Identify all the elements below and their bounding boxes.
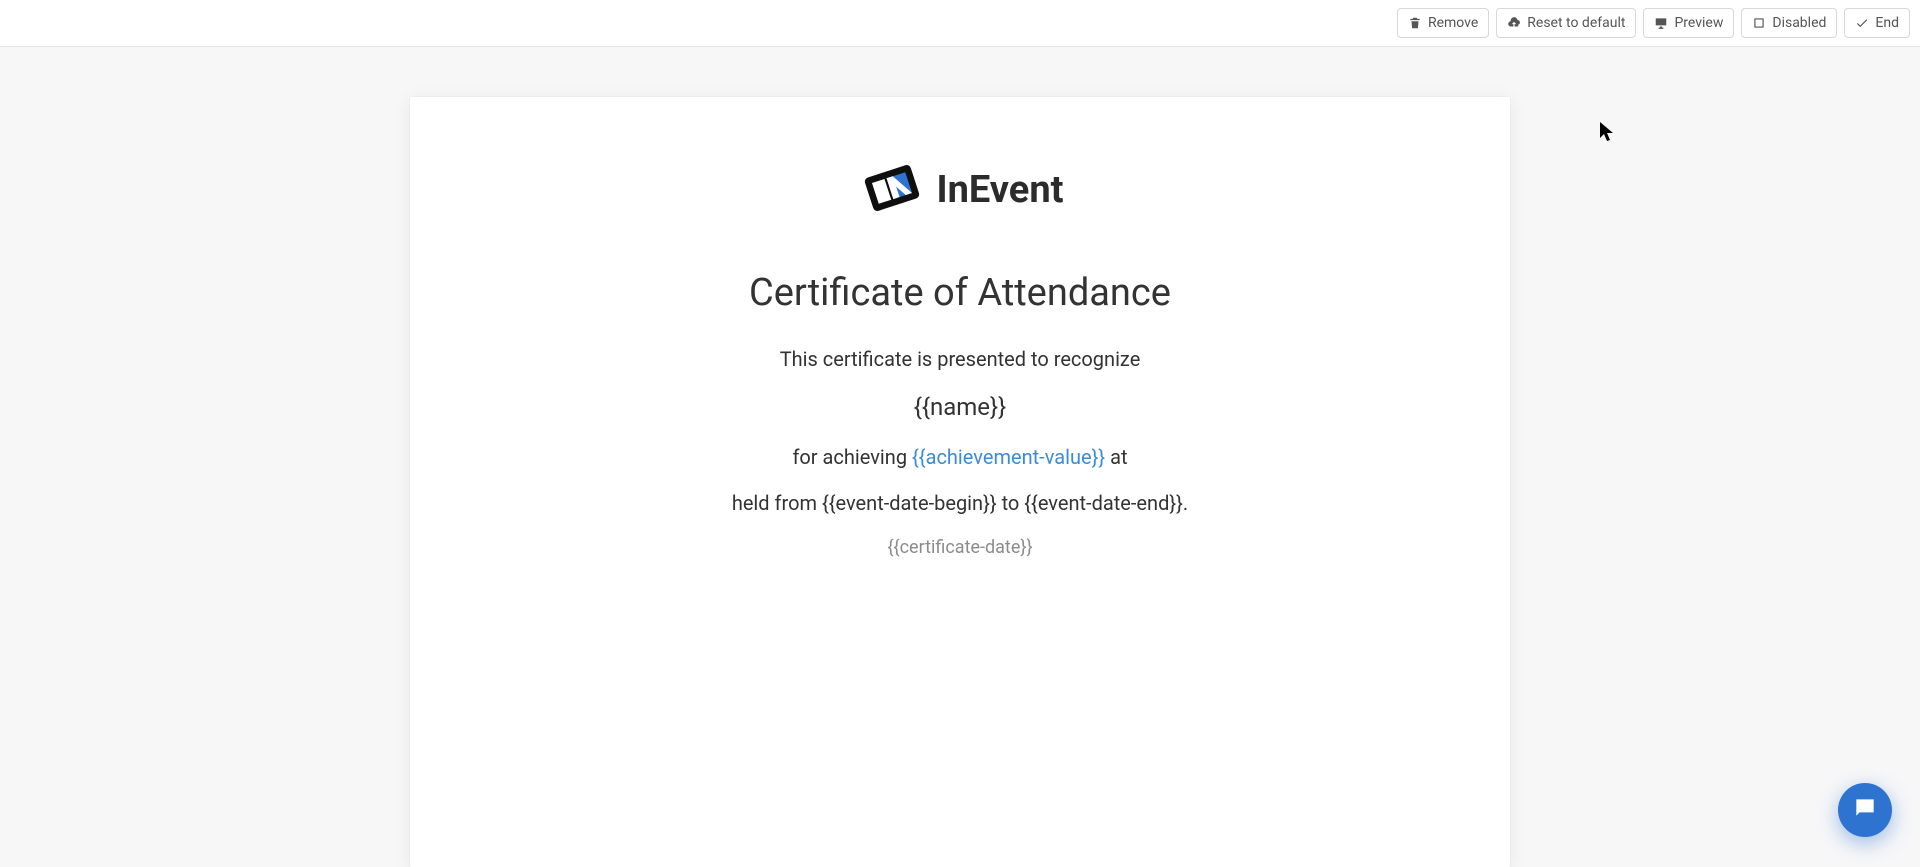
- help-chat-button[interactable]: [1838, 783, 1892, 837]
- reset-default-button[interactable]: Reset to default: [1496, 8, 1636, 38]
- certificate-held-line: held from {{event-date-begin}} to {{even…: [470, 491, 1450, 515]
- editor-canvas: InEvent Certificate of Attendance This c…: [0, 47, 1920, 859]
- square-icon: [1752, 16, 1766, 30]
- monitor-icon: [1654, 16, 1668, 30]
- remove-button[interactable]: Remove: [1397, 8, 1489, 38]
- mouse-cursor-icon: [1600, 122, 1616, 147]
- trash-icon: [1408, 16, 1422, 30]
- certificate-achievement-line: for achieving {{achievement-value}} at: [470, 445, 1450, 469]
- achieving-suffix: at: [1105, 445, 1127, 469]
- chat-icon: [1852, 795, 1878, 825]
- preview-button[interactable]: Preview: [1643, 8, 1734, 38]
- end-button-label: End: [1875, 16, 1899, 30]
- achieving-prefix: for achieving: [792, 445, 912, 469]
- achievement-value-placeholder[interactable]: {{achievement-value}}: [912, 445, 1105, 469]
- certificate-sheet[interactable]: InEvent Certificate of Attendance This c…: [410, 97, 1510, 867]
- cloud-upload-icon: [1507, 16, 1521, 30]
- preview-button-label: Preview: [1674, 16, 1723, 30]
- brand-logo-icon: [857, 153, 927, 227]
- check-icon: [1855, 16, 1869, 30]
- editor-toolbar: Remove Reset to default Preview Disabled…: [0, 0, 1920, 47]
- certificate-name-placeholder: {{name}}: [470, 393, 1450, 421]
- certificate-date-placeholder: {{certificate-date}}: [470, 537, 1450, 558]
- disabled-button[interactable]: Disabled: [1741, 8, 1837, 38]
- certificate-intro-line: This certificate is presented to recogni…: [470, 347, 1450, 371]
- end-button[interactable]: End: [1844, 8, 1910, 38]
- brand-block: InEvent: [857, 153, 1064, 227]
- certificate-title: Certificate of Attendance: [470, 271, 1450, 315]
- remove-button-label: Remove: [1428, 16, 1478, 30]
- reset-default-button-label: Reset to default: [1527, 16, 1625, 30]
- brand-name: InEvent: [937, 168, 1064, 212]
- disabled-button-label: Disabled: [1772, 16, 1826, 30]
